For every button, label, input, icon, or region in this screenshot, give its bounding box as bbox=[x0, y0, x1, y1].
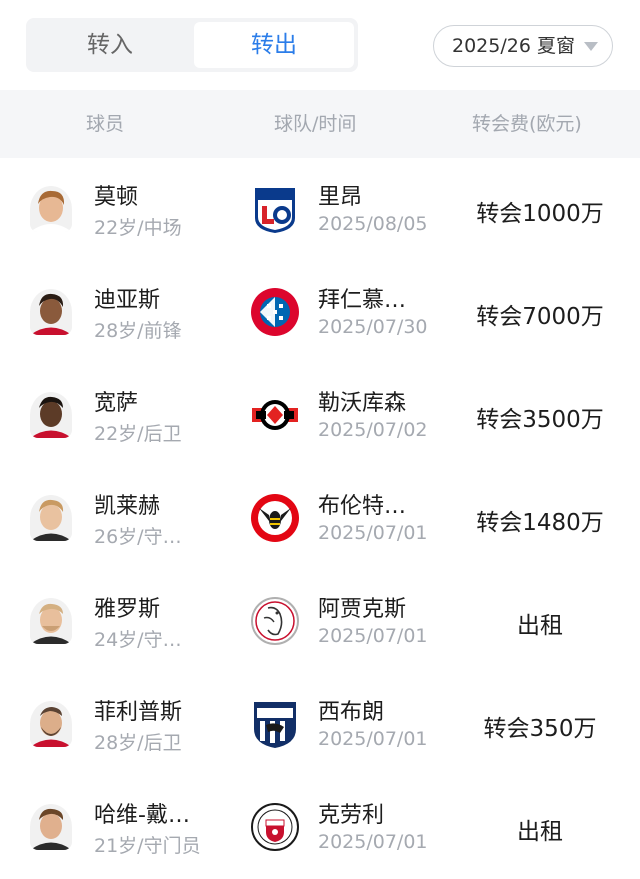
column-header-player: 球员 bbox=[86, 113, 125, 135]
player-info: 26岁/守… bbox=[94, 526, 182, 548]
player-info: 21岁/守门员 bbox=[94, 835, 201, 857]
transfer-fee: 出租 bbox=[517, 819, 563, 845]
player-info: 22岁/后卫 bbox=[94, 423, 182, 445]
transfer-fee: 转会1000万 bbox=[476, 201, 604, 227]
player-avatar bbox=[30, 289, 72, 335]
team-name: 西布朗 bbox=[318, 700, 385, 725]
crawley-crest-icon bbox=[250, 802, 300, 852]
west-brom-crest-icon bbox=[250, 699, 300, 749]
brentford-crest-icon bbox=[250, 493, 300, 543]
tab-transfer-out[interactable]: 转出 bbox=[194, 22, 354, 68]
transfer-date: 2025/07/02 bbox=[318, 419, 428, 441]
column-header-team-time: 球队/时间 bbox=[274, 113, 357, 135]
table-row[interactable]: 迪亚斯 28岁/前锋 拜仁慕… 2025/07/30 转会7000万 bbox=[0, 261, 640, 364]
team-name: 拜仁慕… bbox=[318, 288, 407, 313]
player-name: 宽萨 bbox=[94, 391, 139, 416]
table-row[interactable]: 凯莱赫 26岁/守… 布伦特… 2025/07/01 转会1480万 bbox=[0, 467, 640, 570]
direction-segmented-control: 转入 转出 bbox=[26, 18, 358, 72]
player-avatar bbox=[30, 598, 72, 644]
transfer-date: 2025/07/01 bbox=[318, 831, 428, 853]
transfer-date: 2025/08/05 bbox=[318, 213, 428, 235]
player-avatar bbox=[30, 804, 72, 850]
table-row[interactable]: 莫顿 22岁/中场 里昂 2025/08/05 转会1000万 bbox=[0, 158, 640, 261]
transfer-fee: 出租 bbox=[517, 613, 563, 639]
player-info: 28岁/前锋 bbox=[94, 320, 182, 342]
table-header: 球员 球队/时间 转会费(欧元) bbox=[0, 90, 640, 158]
table-row[interactable]: 菲利普斯 28岁/后卫 西布朗 2025/07/01 转会350万 bbox=[0, 673, 640, 776]
leverkusen-crest-icon bbox=[250, 390, 300, 440]
tab-transfer-in[interactable]: 转入 bbox=[30, 22, 190, 68]
transfer-fee: 转会1480万 bbox=[476, 510, 604, 536]
transfer-fee: 转会7000万 bbox=[476, 304, 604, 330]
player-avatar bbox=[30, 186, 72, 232]
player-info: 22岁/中场 bbox=[94, 217, 182, 239]
player-avatar bbox=[30, 701, 72, 747]
ajax-crest-icon bbox=[250, 596, 300, 646]
transfer-date: 2025/07/30 bbox=[318, 316, 428, 338]
transfer-fee: 转会350万 bbox=[483, 716, 597, 742]
player-name: 菲利普斯 bbox=[94, 700, 183, 725]
top-bar: 转入 转出 2025/26 夏窗 bbox=[0, 0, 640, 90]
team-name: 阿贾克斯 bbox=[318, 597, 407, 622]
player-info: 24岁/守… bbox=[94, 629, 182, 651]
column-header-fee: 转会费(欧元) bbox=[472, 113, 582, 135]
table-row[interactable]: 雅罗斯 24岁/守… 阿贾克斯 2025/07/01 出租 bbox=[0, 570, 640, 673]
player-name: 迪亚斯 bbox=[94, 288, 161, 313]
transfer-date: 2025/07/01 bbox=[318, 728, 428, 750]
team-name: 克劳利 bbox=[318, 803, 385, 828]
transfer-date: 2025/07/01 bbox=[318, 522, 428, 544]
player-name: 雅罗斯 bbox=[94, 597, 161, 622]
player-avatar bbox=[30, 392, 72, 438]
transfer-fee: 转会3500万 bbox=[476, 407, 604, 433]
player-name: 哈维-戴… bbox=[94, 803, 190, 828]
season-dropdown[interactable]: 2025/26 夏窗 bbox=[433, 25, 613, 67]
player-name: 莫顿 bbox=[94, 185, 139, 210]
player-name: 凯莱赫 bbox=[94, 494, 161, 519]
team-name: 勒沃库森 bbox=[318, 391, 407, 416]
player-info: 28岁/后卫 bbox=[94, 732, 182, 754]
team-name: 里昂 bbox=[318, 185, 363, 210]
chevron-down-icon bbox=[584, 42, 598, 51]
table-row[interactable]: 宽萨 22岁/后卫 勒沃库森 2025/07/02 转会3500万 bbox=[0, 364, 640, 467]
lyon-crest-icon bbox=[250, 184, 300, 234]
table-row[interactable]: 哈维-戴… 21岁/守门员 克劳利 2025/07/01 出租 bbox=[0, 776, 640, 879]
transfer-date: 2025/07/01 bbox=[318, 625, 428, 647]
season-label: 2025/26 夏窗 bbox=[452, 35, 575, 57]
team-name: 布伦特… bbox=[318, 494, 407, 519]
player-avatar bbox=[30, 495, 72, 541]
bayern-crest-icon bbox=[250, 287, 300, 337]
